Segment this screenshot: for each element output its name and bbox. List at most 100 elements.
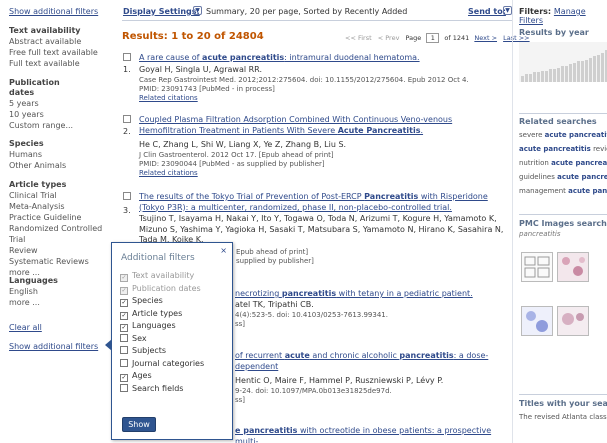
related-citations-link[interactable]: Related citations [139, 169, 198, 177]
title-text: necrotizing [235, 289, 282, 298]
checkbox-checked-icon: ✓ [120, 274, 128, 282]
title-highlight: pancreatitis [399, 351, 454, 360]
send-to-link[interactable]: Send to: [468, 7, 506, 16]
year-bar [597, 54, 600, 82]
result-title-link[interactable]: necrotizing pancreatitis with tetany in … [235, 289, 505, 300]
results-by-year-chart[interactable] [519, 42, 607, 82]
checkbox-checked-icon[interactable]: ✓ [120, 299, 128, 307]
pmc-image-thumbnail[interactable] [557, 252, 589, 282]
result-authors: Tsujino T, Isayama H, Nakai Y, Ito Y, To… [139, 214, 504, 244]
filter-option-label: Languages [132, 321, 176, 330]
checkbox-unchecked-icon[interactable] [120, 383, 128, 392]
filter-option-checkbox[interactable]: Sex [120, 333, 147, 343]
title-text: : intramural duodenal hematoma. [284, 53, 420, 62]
filter-clinical-trial[interactable]: Clinical Trial [9, 190, 109, 201]
year-bar [533, 72, 536, 82]
related-searches-title: Related searches [519, 117, 597, 126]
close-icon[interactable]: × [220, 246, 227, 255]
checkbox-unchecked-icon[interactable] [120, 358, 128, 367]
chevron-down-icon[interactable]: ▼ [193, 6, 202, 15]
checkbox-unchecked-icon[interactable] [120, 346, 128, 354]
filter-option-label: Sex [132, 333, 147, 343]
filter-option-checkbox[interactable]: Subjects [120, 346, 166, 355]
result-checkbox[interactable] [123, 53, 131, 61]
result-title-link[interactable]: of recurrent acute and chronic alcoholic… [235, 351, 505, 372]
filter-languages-more[interactable]: more ... [9, 297, 109, 308]
related-citations-link[interactable]: Related citations [139, 94, 198, 102]
chevron-down-icon[interactable]: ▼ [503, 6, 512, 15]
filter-10-years[interactable]: 10 years [9, 109, 109, 120]
show-additional-filters-link-bottom[interactable]: Show additional filters [9, 342, 98, 351]
next-page-button[interactable]: Next > [474, 34, 497, 42]
filter-option-label: Species [132, 296, 163, 305]
result-title-link[interactable]: e pancreatitis with octreotide in obese … [235, 426, 505, 443]
filter-rct[interactable]: Randomized Controlled Trial [9, 223, 109, 245]
filter-full-text[interactable]: Full text available [9, 58, 109, 69]
filter-english[interactable]: English [9, 286, 109, 297]
result-title-link[interactable]: Coupled Plasma Filtration Adsorption Com… [139, 115, 509, 136]
page-number-input[interactable]: 1 [426, 33, 440, 43]
titles-review-text[interactable]: The revised Atlanta class [519, 413, 607, 421]
filter-meta-analysis[interactable]: Meta-Analysis [9, 201, 109, 212]
pmc-image-thumbnail[interactable] [557, 306, 589, 336]
year-bar [569, 64, 572, 82]
filter-review[interactable]: Review [9, 245, 109, 256]
title-highlight: pancreatitis [281, 289, 337, 298]
filter-custom-range[interactable]: Custom range... [9, 120, 109, 131]
result-journal: J Clin Gastroenterol. 2012 Oct 17. [Epub… [139, 151, 334, 159]
first-page-button[interactable]: << First [345, 34, 372, 42]
filter-systematic-reviews[interactable]: Systematic Reviews [9, 256, 109, 267]
divider [519, 394, 607, 395]
results-by-year-title: Results by year [519, 28, 589, 37]
popup-title: Additional filters [121, 253, 195, 263]
year-bar [577, 61, 580, 82]
result-checkbox[interactable] [123, 192, 131, 200]
popup-pointer [105, 339, 112, 351]
filter-abstract-available[interactable]: Abstract available [9, 36, 109, 47]
page-label: Page [405, 34, 422, 42]
title-highlight: Pancreatitis [364, 192, 419, 201]
filter-option-checkbox[interactable]: ✓ Ages [120, 371, 152, 382]
filter-other-animals[interactable]: Other Animals [9, 160, 109, 171]
year-bar [589, 58, 592, 82]
filter-option-checkbox[interactable]: ✓ Species [120, 296, 163, 307]
filter-5-years[interactable]: 5 years [9, 98, 109, 109]
result-checkbox[interactable] [123, 115, 131, 123]
filter-humans[interactable]: Humans [9, 149, 109, 160]
related-search-link[interactable]: acute pancreatitis revie [519, 145, 607, 153]
filter-option-checkbox[interactable]: ✓ Article types [120, 309, 182, 320]
rs-highlight: acute pancreatiti [544, 131, 607, 139]
display-settings-link[interactable]: Display Settings: [123, 7, 200, 16]
filter-group-text-availability: Text availability Abstract available Fre… [9, 26, 109, 69]
related-search-link[interactable]: severe acute pancreatiti [519, 131, 607, 139]
filter-option-checkbox[interactable]: Search fields [120, 383, 183, 393]
checkbox-unchecked-icon[interactable] [120, 333, 128, 342]
filter-free-full-text[interactable]: Free full text available [9, 47, 109, 58]
checkbox-checked-icon[interactable]: ✓ [120, 374, 128, 382]
filter-option-checkbox[interactable]: Journal categories [120, 358, 204, 368]
filter-practice-guideline[interactable]: Practice Guideline [9, 212, 109, 223]
related-search-link[interactable]: guidelines acute pancreati [519, 173, 607, 181]
checkbox-checked-icon[interactable]: ✓ [120, 324, 128, 332]
show-button[interactable]: Show [122, 417, 156, 432]
filter-group-languages: Languages English more ... [9, 276, 109, 308]
result-title-link[interactable]: The results of the Tokyo Trial of Preven… [139, 192, 509, 213]
result-number: 1. [123, 65, 131, 74]
prev-page-button[interactable]: < Prev [378, 34, 400, 42]
checkbox-checked-icon[interactable]: ✓ [120, 311, 128, 320]
related-search-link[interactable]: management acute pancreat [519, 187, 607, 195]
filter-sidebar: Show additional filters Text availabilit… [0, 0, 113, 443]
year-bar [593, 56, 596, 82]
year-bar [529, 74, 532, 82]
result-title-link[interactable]: A rare cause of acute pancreatitis: intr… [139, 53, 509, 64]
pmc-image-thumbnail[interactable] [521, 306, 553, 336]
result-pmid: supplied by publisher] [236, 257, 314, 265]
year-bar [545, 70, 548, 82]
show-additional-filters-link-top[interactable]: Show additional filters [9, 7, 98, 16]
pmc-image-thumbnail[interactable] [521, 252, 553, 282]
display-settings-bar: Display Settings: ▼ Summary, 20 per page… [122, 0, 512, 21]
divider [519, 113, 607, 114]
clear-all-link[interactable]: Clear all [9, 323, 42, 332]
filter-option-checkbox[interactable]: ✓ Languages [120, 321, 176, 332]
related-search-link[interactable]: nutrition acute pancreatit [519, 159, 607, 167]
